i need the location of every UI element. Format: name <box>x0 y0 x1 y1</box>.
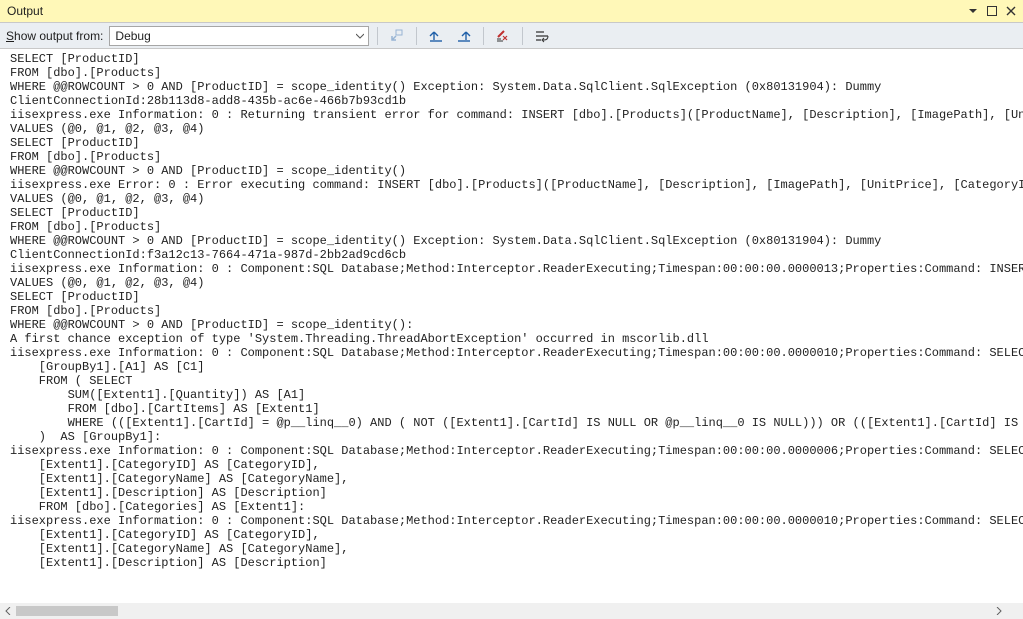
output-source-select[interactable]: Debug <box>109 26 369 46</box>
scrollbar-corner <box>1007 603 1023 619</box>
titlebar-controls <box>965 3 1019 19</box>
show-output-from-label: Show output from: <box>6 29 103 43</box>
chevron-down-icon <box>352 27 368 45</box>
scrollbar-thumb[interactable] <box>16 606 118 616</box>
toolbar-separator <box>377 27 378 45</box>
toolbar-separator <box>522 27 523 45</box>
output-source-value: Debug <box>115 29 150 43</box>
titlebar: Output <box>0 0 1023 23</box>
clear-all-button[interactable] <box>492 26 514 46</box>
scroll-left-icon[interactable] <box>0 603 16 619</box>
toggle-word-wrap-button[interactable] <box>531 26 553 46</box>
horizontal-scrollbar[interactable] <box>0 603 1007 619</box>
toolbar-separator <box>483 27 484 45</box>
find-message-button <box>386 26 408 46</box>
scroll-right-icon[interactable] <box>991 603 1007 619</box>
close-icon[interactable] <box>1003 3 1019 19</box>
scrollbar-track[interactable] <box>16 603 991 619</box>
maximize-icon[interactable] <box>984 3 1000 19</box>
toolbar-separator <box>416 27 417 45</box>
toolbar: Show output from: Debug <box>0 23 1023 49</box>
panel-title: Output <box>4 4 965 18</box>
output-log[interactable]: SELECT [ProductID] FROM [dbo].[Products]… <box>0 49 1023 603</box>
dropdown-icon[interactable] <box>965 3 981 19</box>
next-message-button[interactable] <box>453 26 475 46</box>
previous-message-button[interactable] <box>425 26 447 46</box>
